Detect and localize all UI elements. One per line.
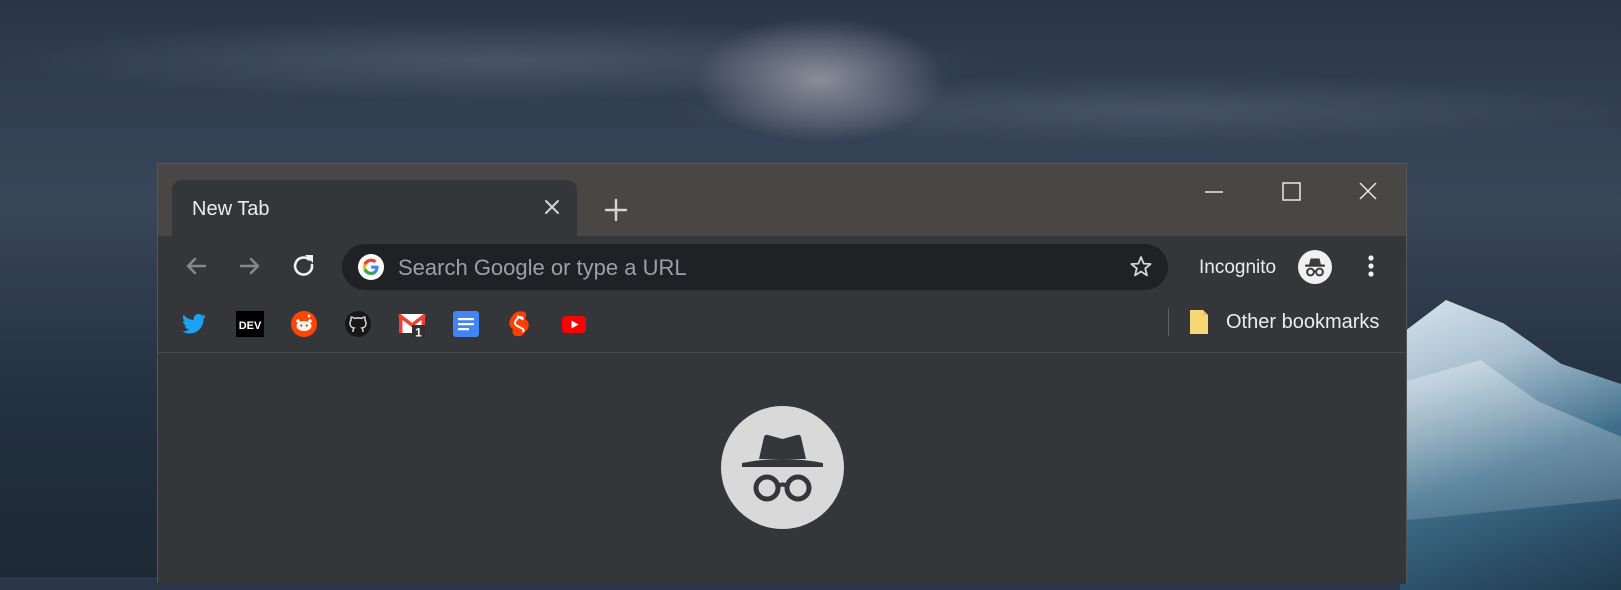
- svelte-icon[interactable]: [506, 310, 534, 338]
- more-vert-icon: [1368, 255, 1374, 277]
- dev-icon[interactable]: DEV: [236, 310, 264, 338]
- incognito-icon: [1305, 258, 1325, 277]
- bookmarks-bar: DEV 1 Other bookmarks: [158, 298, 1406, 353]
- gmail-icon[interactable]: 1: [398, 310, 426, 338]
- close-icon: [1359, 182, 1377, 200]
- search-input[interactable]: Search Google or type a URL: [398, 255, 687, 281]
- youtube-icon[interactable]: [560, 310, 588, 338]
- forward-button[interactable]: [234, 250, 266, 282]
- tab-new-tab[interactable]: New Tab: [172, 180, 577, 236]
- github-icon[interactable]: [344, 310, 372, 338]
- google-g-icon: [358, 254, 384, 280]
- minimize-icon: [1205, 191, 1223, 193]
- forward-arrow-icon: [239, 257, 260, 275]
- maximize-button[interactable]: [1271, 178, 1311, 206]
- incognito-logo: [721, 406, 844, 529]
- title-bar: New Tab: [158, 164, 1406, 236]
- back-arrow-icon: [186, 257, 207, 275]
- incognito-icon: [742, 434, 823, 502]
- twitter-icon[interactable]: [180, 310, 208, 338]
- toolbar: Search Google or type a URL Incognito: [158, 236, 1406, 298]
- menu-button[interactable]: [1355, 250, 1387, 282]
- incognito-avatar[interactable]: [1298, 250, 1332, 284]
- folder-icon[interactable]: [1188, 309, 1210, 335]
- incognito-label[interactable]: Incognito: [1199, 257, 1276, 279]
- gmail-badge-count: 1: [415, 326, 422, 339]
- close-window-button[interactable]: [1348, 178, 1388, 206]
- svg-text:DEV: DEV: [239, 320, 262, 332]
- bookmarks-divider: [1168, 308, 1169, 336]
- google-docs-icon[interactable]: [452, 310, 480, 338]
- browser-window: New Tab Search Google or type a URL Inco…: [157, 163, 1407, 584]
- new-tab-content: [158, 353, 1406, 584]
- other-bookmarks-button[interactable]: Other bookmarks: [1226, 311, 1379, 334]
- reload-button[interactable]: [288, 250, 320, 282]
- maximize-icon: [1282, 182, 1301, 201]
- bookmark-star-icon[interactable]: [1128, 254, 1154, 280]
- tab-close-icon[interactable]: [539, 194, 565, 220]
- new-tab-button[interactable]: [598, 192, 634, 228]
- address-bar[interactable]: Search Google or type a URL: [342, 244, 1168, 290]
- minimize-button[interactable]: [1194, 178, 1234, 206]
- back-button[interactable]: [180, 250, 212, 282]
- plus-icon: [604, 198, 628, 222]
- reload-icon: [293, 255, 314, 276]
- tab-title: New Tab: [192, 198, 270, 220]
- reddit-icon[interactable]: [290, 310, 318, 338]
